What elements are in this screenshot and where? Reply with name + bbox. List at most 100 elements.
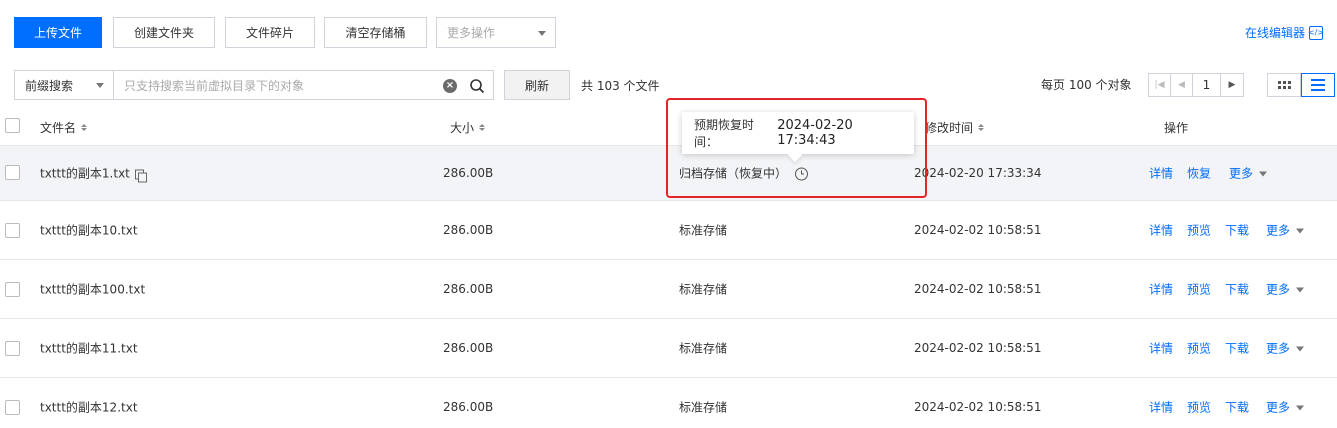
restore-time-tooltip: 预期恢复时间： 2024-02-20 17:34:43 [682, 112, 914, 154]
table-header: 文件名 大小 修改时间 操作 [0, 108, 1337, 146]
online-editor-label: 在线编辑器 [1244, 26, 1305, 40]
preview-link[interactable]: 预览 [1187, 222, 1211, 239]
list-view-button[interactable] [1301, 73, 1335, 97]
row-actions: 详情 预览 下载 更多 [1149, 222, 1305, 239]
online-editor-link[interactable]: 在线编辑器 </> [1244, 24, 1324, 41]
file-size: 286.00B [443, 166, 494, 180]
table-row[interactable]: txttt的副本1.txt 286.00B 归档存储（恢复中） 2024-02-… [0, 146, 1337, 201]
storage-class: 标准存储 [679, 400, 728, 415]
search-input[interactable]: 只支持搜索当前虚拟目录下的对象 × [114, 70, 494, 100]
search-placeholder: 只支持搜索当前虚拟目录下的对象 [124, 78, 305, 93]
row-checkbox[interactable] [5, 341, 20, 356]
download-link[interactable]: 下载 [1225, 340, 1249, 357]
details-link[interactable]: 详情 [1149, 340, 1173, 357]
page-size-select[interactable]: 每页 100 个对象 [1041, 76, 1132, 93]
refresh-button[interactable]: 刷新 [504, 70, 570, 100]
tooltip-label: 预期恢复时间： [694, 118, 755, 149]
column-modified[interactable]: 修改时间 [925, 119, 985, 136]
search-mode-label: 前缀搜索 [25, 78, 74, 93]
preview-link[interactable]: 预览 [1187, 399, 1211, 416]
create-folder-button[interactable]: 创建文件夹 [113, 17, 215, 48]
modified-time: 2024-02-20 17:33:34 [914, 166, 1042, 180]
restore-link[interactable]: 恢复 [1187, 165, 1211, 182]
storage-class: 标准存储 [679, 223, 728, 238]
clock-icon[interactable] [795, 167, 809, 181]
storage-class: 标准存储 [679, 282, 728, 297]
chevron-down-icon [538, 31, 546, 36]
column-name[interactable]: 文件名 [40, 119, 88, 136]
first-page-icon[interactable]: | ◀ [1149, 74, 1171, 96]
column-ops: 操作 [1164, 121, 1189, 135]
list-icon [1311, 79, 1325, 91]
file-size: 286.00B [443, 400, 494, 414]
row-checkbox[interactable] [5, 223, 20, 238]
clear-icon[interactable]: × [443, 79, 457, 93]
grid-icon [1277, 81, 1291, 89]
preview-link[interactable]: 预览 [1187, 281, 1211, 298]
table-row[interactable]: txttt的副本100.txt 286.00B 标准存储 2024-02-02 … [0, 260, 1337, 319]
preview-link[interactable]: 预览 [1187, 340, 1211, 357]
row-actions: 详情 恢复 更多 [1149, 165, 1268, 182]
chevron-down-icon [1259, 171, 1268, 177]
row-checkbox[interactable] [5, 165, 20, 180]
storage-class: 归档存储（恢复中） [679, 165, 809, 182]
file-size: 286.00B [443, 223, 494, 237]
row-checkbox[interactable] [5, 400, 20, 415]
row-actions: 详情 预览 下载 更多 [1149, 399, 1305, 416]
chevron-down-icon [96, 83, 104, 88]
file-name[interactable]: txttt的副本100.txt [40, 281, 145, 298]
more-link[interactable]: 更多 [1266, 281, 1305, 298]
more-link[interactable]: 更多 [1266, 399, 1305, 416]
toolbar: 上传文件 创建文件夹 文件碎片 清空存储桶 更多操作 在线编辑器 </> [14, 17, 1324, 48]
select-all-checkbox[interactable] [5, 118, 20, 133]
table-row[interactable]: txttt的副本11.txt 286.00B 标准存储 2024-02-02 1… [0, 319, 1337, 378]
modified-time: 2024-02-02 10:58:51 [914, 223, 1042, 237]
pagination: | ◀ ◀ 1 ▶ [1148, 73, 1244, 97]
column-size[interactable]: 大小 [450, 119, 486, 136]
file-name[interactable]: txttt的副本12.txt [40, 399, 138, 416]
file-name[interactable]: txttt的副本1.txt [40, 165, 147, 182]
modified-time: 2024-02-02 10:58:51 [914, 341, 1042, 355]
grid-view-button[interactable] [1267, 73, 1301, 97]
row-checkbox[interactable] [5, 282, 20, 297]
file-size: 286.00B [443, 341, 494, 355]
next-page-icon[interactable]: ▶ [1221, 74, 1243, 96]
file-name[interactable]: txttt的副本10.txt [40, 222, 138, 239]
modified-time: 2024-02-02 10:58:51 [914, 400, 1042, 414]
file-name[interactable]: txttt的副本11.txt [40, 340, 138, 357]
sort-icon [479, 124, 486, 131]
modified-time: 2024-02-02 10:58:51 [914, 282, 1042, 296]
tooltip-value: 2024-02-20 17:34:43 [777, 118, 853, 148]
table-row[interactable]: txttt的副本12.txt 286.00B 标准存储 2024-02-02 1… [0, 378, 1337, 428]
details-link[interactable]: 详情 [1149, 399, 1173, 416]
sort-icon [81, 124, 88, 131]
search-icon[interactable] [469, 78, 485, 94]
download-link[interactable]: 下载 [1225, 399, 1249, 416]
download-link[interactable]: 下载 [1225, 281, 1249, 298]
prev-page-icon[interactable]: ◀ [1171, 74, 1193, 96]
more-link[interactable]: 更多 [1229, 165, 1268, 182]
details-link[interactable]: 详情 [1149, 222, 1173, 239]
details-link[interactable]: 详情 [1149, 165, 1173, 182]
chevron-down-icon [1296, 346, 1305, 352]
total-count: 共 103 个文件 [581, 79, 660, 93]
search-mode-select[interactable]: 前缀搜索 [14, 70, 114, 100]
chevron-down-icon [1296, 405, 1305, 411]
table-row[interactable]: txttt的副本10.txt 286.00B 标准存储 2024-02-02 1… [0, 201, 1337, 260]
download-link[interactable]: 下载 [1225, 222, 1249, 239]
current-page-number[interactable]: 1 [1193, 74, 1221, 96]
copy-icon[interactable] [134, 169, 147, 182]
upload-file-button[interactable]: 上传文件 [14, 17, 102, 48]
more-link[interactable]: 更多 [1266, 340, 1305, 357]
row-actions: 详情 预览 下载 更多 [1149, 281, 1305, 298]
row-actions: 详情 预览 下载 更多 [1149, 340, 1305, 357]
chevron-down-icon [1296, 287, 1305, 293]
file-fragments-button[interactable]: 文件碎片 [225, 17, 315, 48]
clear-bucket-button[interactable]: 清空存储桶 [324, 17, 427, 48]
details-link[interactable]: 详情 [1149, 281, 1173, 298]
more-link[interactable]: 更多 [1266, 222, 1305, 239]
chevron-down-icon [1296, 228, 1305, 234]
file-size: 286.00B [443, 282, 494, 296]
more-operations-select[interactable]: 更多操作 [436, 17, 556, 48]
sort-icon [978, 124, 985, 131]
